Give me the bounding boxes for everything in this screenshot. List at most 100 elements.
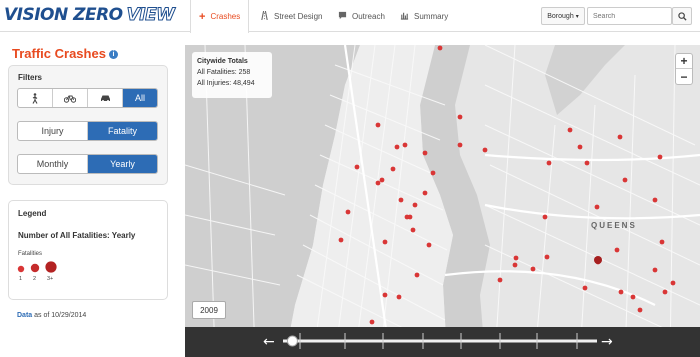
arrow-left-icon[interactable]: ← (263, 334, 275, 350)
crash-dot (437, 45, 443, 51)
crash-dot (422, 150, 428, 156)
pedestrian-button[interactable] (18, 89, 53, 107)
page-title: Traffic Crashes i (12, 46, 118, 61)
sidebar: Traffic Crashes i Filters All Injury Fata… (0, 33, 185, 357)
crash-dot (637, 307, 643, 313)
crash-dot (544, 254, 550, 260)
crash-dot (382, 239, 388, 245)
legend-size-1: 1 (19, 276, 23, 282)
zoom-control: + − (675, 53, 693, 85)
legend-dot-1 (17, 265, 25, 273)
crash-dot (512, 262, 518, 268)
timeline-handle[interactable] (286, 335, 298, 347)
crash-dot (402, 142, 408, 148)
crash-dot (542, 214, 548, 220)
tab-crashes[interactable]: + Crashes (190, 0, 250, 33)
bar-chart-icon (400, 11, 409, 22)
caret-down-icon: ▾ (575, 13, 579, 20)
bicycle-button[interactable] (53, 89, 88, 107)
crash-dot (652, 267, 658, 273)
crash-dot (354, 164, 360, 170)
car-button[interactable] (88, 89, 123, 107)
crash-dot (630, 294, 636, 300)
zoom-in-button[interactable]: + (676, 54, 692, 69)
crash-dot (457, 114, 463, 120)
crash-dot (670, 280, 676, 286)
tab-outreach[interactable]: Outreach (330, 0, 393, 32)
year-badge: 2009 (192, 301, 226, 319)
yearly-button[interactable]: Yearly (88, 155, 157, 173)
crash-dot (396, 294, 402, 300)
injury-button[interactable]: Injury (18, 122, 88, 140)
tab-street-design[interactable]: Street Design (252, 0, 330, 32)
crash-dot (398, 197, 404, 203)
crash-dot (345, 209, 351, 215)
legend-dot-3 (45, 261, 57, 273)
timeline-slider[interactable]: ← → (185, 327, 700, 357)
arrow-right-icon[interactable]: → (601, 334, 613, 350)
crash-dot (546, 160, 552, 166)
monthly-button[interactable]: Monthly (18, 155, 88, 173)
crash-dot (390, 166, 396, 172)
crash-dot (652, 197, 658, 203)
fatality-button[interactable]: Fatality (88, 122, 157, 140)
tab-summary[interactable]: Summary (392, 0, 456, 32)
top-navbar: VISION ZERO VIEW + Crashes Street Design … (0, 0, 700, 33)
crash-dot (582, 285, 588, 291)
crash-dot (457, 142, 463, 148)
crash-dot (618, 289, 624, 295)
crash-dot (426, 242, 432, 248)
road-icon (260, 10, 269, 22)
search-button[interactable] (672, 7, 692, 25)
data-footer: Data as of 10/29/2014 (17, 312, 87, 319)
borough-dropdown[interactable]: Borough ▾ (541, 7, 585, 25)
plus-icon: + (199, 10, 206, 23)
totals-injuries: All Injuries: 48,494 (197, 80, 255, 87)
pedestrian-icon (32, 92, 38, 104)
crash-dot (662, 289, 668, 295)
crash-dot (657, 154, 663, 160)
crash-dot (482, 147, 488, 153)
crash-dot (410, 227, 416, 233)
crash-dot (530, 266, 536, 272)
crash-map[interactable]: Citywide Totals All Fatalities: 258 All … (185, 45, 700, 357)
crash-dot (412, 202, 418, 208)
search-input[interactable] (587, 7, 672, 25)
crash-dot (430, 170, 436, 176)
crash-dot (594, 204, 600, 210)
crash-dot (659, 239, 665, 245)
fatalities-label: Fatalities (18, 251, 43, 257)
crash-dot (497, 277, 503, 283)
crash-dot (422, 190, 428, 196)
crash-type-toggle: Injury Fatality (17, 121, 158, 141)
crash-dot (375, 180, 381, 186)
legend-panel: Legend Number of All Fatalities: Yearly … (8, 200, 168, 300)
legend-title: Legend (18, 209, 47, 218)
legend-size-2: 2 (33, 276, 37, 282)
all-modes-button[interactable]: All (123, 89, 157, 107)
data-link[interactable]: Data (17, 312, 32, 319)
comment-icon (338, 11, 347, 22)
citywide-totals: Citywide Totals All Fatalities: 258 All … (192, 52, 272, 98)
crash-dot (567, 127, 573, 133)
crash-dot (584, 160, 590, 166)
app-logo[interactable]: VISION ZERO VIEW (4, 5, 175, 26)
car-icon (100, 95, 110, 102)
filters-panel: Filters All Injury Fatality Monthly Year… (8, 65, 168, 185)
filters-label: Filters (18, 73, 43, 82)
legend-dots (17, 261, 57, 273)
crash-dot-large (594, 256, 602, 264)
zoom-out-button[interactable]: − (676, 69, 692, 84)
crash-dot (622, 177, 628, 183)
crash-dot (577, 144, 583, 150)
queens-label: QUEENS (591, 221, 637, 230)
crash-dot (614, 247, 620, 253)
crash-dot (617, 134, 623, 140)
info-icon[interactable]: i (108, 50, 118, 60)
search-icon (677, 11, 687, 21)
crash-dot (414, 272, 420, 278)
crash-dot (379, 177, 385, 183)
totals-title: Citywide Totals (197, 58, 248, 65)
crash-dot (513, 255, 519, 261)
legend-dot-2 (30, 263, 40, 273)
